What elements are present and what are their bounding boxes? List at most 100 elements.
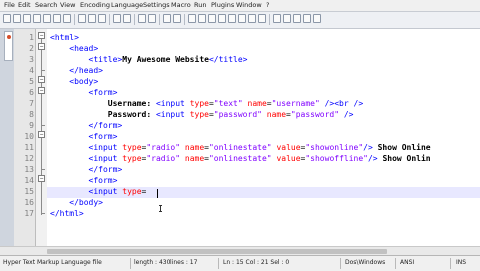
code-token: </head>	[69, 66, 103, 75]
status-lines: lines : 17	[170, 259, 198, 266]
code-token: <title>	[88, 55, 123, 64]
sync-horizontal-icon[interactable]	[198, 14, 206, 23]
code-token: </title>	[208, 55, 248, 64]
stop-macro-icon[interactable]	[283, 14, 291, 23]
sync-vertical-icon[interactable]	[188, 14, 196, 23]
fold-end-marker	[41, 125, 45, 126]
code-token: type	[122, 143, 142, 152]
status-cursor-position: Ln : 15 Col : 21 Sel : 0	[223, 259, 290, 266]
zoom-out-icon[interactable]	[173, 14, 181, 23]
line-number: 5	[29, 77, 34, 86]
code-token: type	[189, 99, 209, 108]
toolbar-separator	[269, 14, 270, 25]
code-line: Username: <input type="text" name="usern…	[50, 98, 363, 109]
play-macro-icon[interactable]	[293, 14, 301, 23]
status-filetype: Hyper Text Markup Language file	[3, 259, 102, 266]
status-separator	[340, 258, 341, 269]
toolbar	[0, 12, 480, 29]
save-icon[interactable]	[23, 14, 31, 23]
menu-macro[interactable]: Macro	[171, 1, 191, 10]
save-all-icon[interactable]	[33, 14, 41, 23]
code-line: </html>	[50, 208, 84, 219]
copy-icon[interactable]	[88, 14, 96, 23]
code-token: "radio"	[146, 154, 181, 163]
new-file-icon[interactable]	[3, 14, 11, 23]
fold-guide	[41, 38, 42, 215]
menu-language[interactable]: Language	[111, 1, 143, 10]
redo-icon[interactable]	[123, 14, 131, 23]
code-token: value	[276, 154, 301, 163]
line-number: 1	[29, 33, 34, 42]
code-token: value	[276, 143, 301, 152]
find-icon[interactable]	[138, 14, 146, 23]
fold-collapse-icon[interactable]: −	[38, 32, 45, 39]
save-macro-icon[interactable]	[313, 14, 321, 23]
user-language-icon[interactable]	[238, 14, 246, 23]
scrollbar-thumb[interactable]	[47, 249, 387, 254]
fold-collapse-icon[interactable]: −	[38, 43, 45, 50]
close-icon[interactable]	[43, 14, 51, 23]
status-separator	[130, 258, 131, 269]
code-token: /><br />	[319, 99, 364, 108]
status-encoding: ANSI	[400, 259, 415, 266]
fold-collapse-icon[interactable]: −	[38, 175, 45, 182]
code-token: "radio"	[146, 143, 181, 152]
line-number: 4	[29, 66, 34, 75]
line-number: 13	[24, 165, 34, 174]
code-line: </form>	[50, 120, 123, 131]
fold-collapse-icon[interactable]: −	[38, 87, 45, 94]
show-all-chars-icon[interactable]	[218, 14, 226, 23]
code-token: name	[184, 154, 205, 163]
menu-search[interactable]: Search	[35, 1, 57, 10]
word-wrap-icon[interactable]	[208, 14, 216, 23]
print-icon[interactable]	[63, 14, 71, 23]
run-macro-multiple-icon[interactable]	[303, 14, 311, 23]
function-list-icon[interactable]	[258, 14, 266, 23]
menu-plugins[interactable]: Plugins	[211, 1, 234, 10]
record-macro-icon[interactable]	[273, 14, 281, 23]
replace-icon[interactable]	[148, 14, 156, 23]
menu-encoding[interactable]: Encoding	[80, 1, 110, 10]
code-token: </html>	[50, 209, 84, 218]
code-line: </body>	[50, 197, 103, 208]
code-line: </form>	[50, 164, 123, 175]
menu-run[interactable]: Run	[194, 1, 206, 10]
menu-settings[interactable]: Settings	[143, 1, 170, 10]
code-token: "onlinestate"	[208, 143, 272, 152]
tab-file[interactable]	[4, 31, 13, 61]
indent-guide-icon[interactable]	[228, 14, 236, 23]
paste-icon[interactable]	[98, 14, 106, 23]
menu-view[interactable]: View	[60, 1, 75, 10]
menu-file[interactable]: File	[4, 1, 15, 10]
open-file-icon[interactable]	[13, 14, 21, 23]
line-number: 15	[24, 187, 34, 196]
document-tab-strip	[0, 29, 14, 255]
fold-collapse-icon[interactable]: −	[38, 76, 45, 83]
undo-icon[interactable]	[113, 14, 121, 23]
code-token: name	[266, 110, 287, 119]
code-token: />	[367, 154, 378, 163]
code-line: <form>	[50, 175, 118, 186]
menu-window[interactable]: Window	[236, 1, 262, 10]
fold-collapse-icon[interactable]: −	[38, 131, 45, 138]
menu-edit[interactable]: Edit	[18, 1, 31, 10]
menu-help[interactable]: ?	[266, 1, 269, 10]
status-length: length : 430	[134, 259, 171, 266]
doc-map-icon[interactable]	[248, 14, 256, 23]
cut-icon[interactable]	[78, 14, 86, 23]
zoom-in-icon[interactable]	[163, 14, 171, 23]
status-insert-mode: INS	[456, 259, 467, 266]
close-all-icon[interactable]	[53, 14, 61, 23]
code-line: Password: <input type="password" name="p…	[50, 109, 354, 120]
line-number: 12	[24, 154, 34, 163]
